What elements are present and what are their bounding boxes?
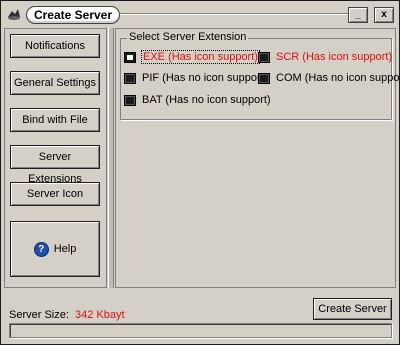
radio-icon[interactable] <box>258 51 270 63</box>
extension-label: BAT (Has no icon support) <box>142 94 271 106</box>
minimize-button[interactable]: _ <box>348 7 368 23</box>
bind-with-file-button[interactable]: Bind with File <box>10 108 100 132</box>
server-extensions-panel: Select Server Extension EXE (Has icon su… <box>115 28 400 288</box>
extension-option-pif[interactable]: PIF (Has no icon support) <box>124 72 267 84</box>
extension-option-com[interactable]: COM (Has no icon support) <box>258 72 400 84</box>
help-icon: ? <box>33 241 49 257</box>
extension-option-bat[interactable]: BAT (Has no icon support) <box>124 94 271 106</box>
build-progress-bar <box>9 323 392 338</box>
server-size-value: 342 Kbayt <box>75 309 125 321</box>
server-size-label: Server Size: <box>9 309 69 321</box>
create-server-window: Create Server _ x Notifications General … <box>0 0 400 345</box>
title-bar[interactable]: Create Server _ x <box>2 2 398 26</box>
extension-label: PIF (Has no icon support) <box>142 72 268 84</box>
panel-splitter[interactable] <box>108 28 114 288</box>
server-icon-button[interactable]: Server Icon <box>10 182 100 206</box>
extension-label: SCR (Has icon support) <box>276 51 393 63</box>
bottom-bar: Server Size: 342 Kbayt Create Server <box>4 291 396 341</box>
radio-icon[interactable] <box>124 94 136 106</box>
close-button[interactable]: x <box>374 7 394 23</box>
help-label: Help <box>53 243 77 255</box>
radio-selected-icon[interactable] <box>124 51 136 63</box>
radio-icon[interactable] <box>124 72 136 84</box>
extension-label: EXE (Has icon support) <box>141 50 260 64</box>
extension-groupbox: Select Server Extension EXE (Has icon su… <box>120 31 400 120</box>
title-separator <box>120 13 348 15</box>
extension-label: COM (Has no icon support) <box>276 72 400 84</box>
extension-option-scr[interactable]: SCR (Has icon support) <box>258 51 392 63</box>
radio-icon[interactable] <box>258 72 270 84</box>
notifications-button[interactable]: Notifications <box>10 34 100 58</box>
app-icon <box>8 9 20 20</box>
help-button[interactable]: ? Help <box>10 221 100 277</box>
create-server-button[interactable]: Create Server <box>313 298 392 320</box>
general-settings-button[interactable]: General Settings <box>10 71 100 95</box>
extension-option-exe[interactable]: EXE (Has icon support) <box>124 50 260 64</box>
window-title: Create Server <box>26 6 120 24</box>
groupbox-legend: Select Server Extension <box>127 31 249 43</box>
server-extensions-button[interactable]: Server Extensions <box>10 145 100 185</box>
sidebar: Notifications General Settings Bind with… <box>4 28 107 288</box>
